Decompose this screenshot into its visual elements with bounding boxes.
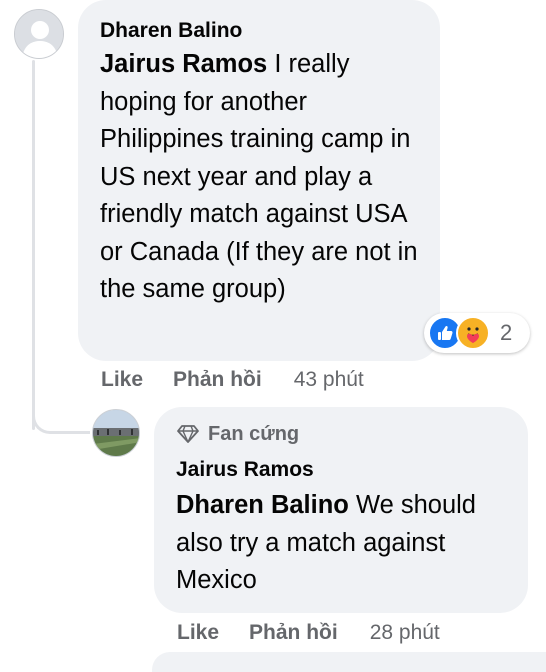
comment-actions: Like Phản hồi 43 phút (101, 365, 364, 395)
next-comment-bubble-edge (152, 652, 546, 672)
reply-bubble: Fan cứng Jairus Ramos Dharen Balino We s… (154, 407, 528, 613)
comment-author-name[interactable]: Dharen Balino (100, 16, 420, 46)
reply-button[interactable]: Phản hồi (249, 621, 338, 645)
default-user-icon (15, 10, 63, 58)
diamond-icon (177, 425, 199, 443)
reply-text: Dharen Balino We should also try a match… (176, 487, 506, 600)
reply-author-name[interactable]: Jairus Ramos (176, 455, 506, 485)
reply-mention-link[interactable]: Dharen Balino (176, 491, 349, 519)
thread-connector-line (32, 60, 35, 430)
comment-author-avatar[interactable] (14, 9, 64, 59)
reaction-summary[interactable]: 2 (424, 313, 530, 353)
like-button[interactable]: Like (177, 621, 219, 645)
reaction-count: 2 (500, 320, 513, 345)
reply-author-avatar[interactable] (92, 409, 140, 457)
comment-mention-link[interactable]: Jairus Ramos (100, 50, 267, 78)
care-icon (456, 316, 490, 350)
top-fan-badge[interactable]: Fan cứng (176, 419, 506, 449)
comment-timestamp[interactable]: 43 phút (294, 368, 364, 392)
comment-message: I really hoping for another Philippines … (100, 50, 418, 303)
reply-actions: Like Phản hồi 28 phút (177, 618, 440, 648)
like-button[interactable]: Like (101, 368, 143, 392)
thread-connector-curve (32, 404, 90, 434)
comment-bubble: Dharen Balino Jairus Ramos I really hopi… (78, 0, 440, 361)
badge-label: Fan cứng (208, 422, 300, 445)
reply-button[interactable]: Phản hồi (173, 368, 262, 392)
comment-text: Jairus Ramos I really hoping for another… (100, 46, 420, 309)
reply-timestamp[interactable]: 28 phút (370, 621, 440, 645)
stadium-photo (93, 410, 139, 456)
